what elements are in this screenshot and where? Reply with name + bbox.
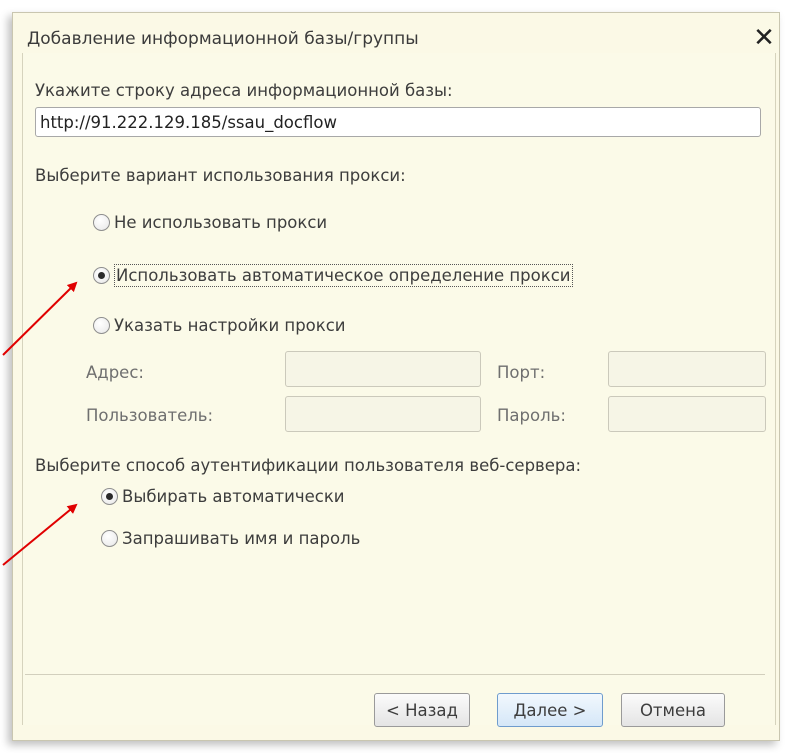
next-button[interactable]: Далее > — [497, 693, 603, 727]
radio-manual-proxy-label: Указать настройки прокси — [114, 316, 346, 335]
title-bar[interactable]: Добавление информационной базы/группы ✕ — [13, 13, 779, 53]
radio-no-proxy[interactable]: Не использовать прокси — [93, 213, 327, 232]
radio-button-icon[interactable] — [93, 317, 110, 334]
radio-auth-auto-label: Выбирать автоматически — [122, 487, 345, 506]
proxy-port-label: Порт: — [497, 363, 546, 382]
radio-auth-ask-label: Запрашивать имя и пароль — [122, 529, 361, 548]
proxy-user-label: Пользователь: — [86, 406, 214, 425]
proxy-password-field[interactable] — [608, 396, 766, 432]
dialog-title: Добавление информационной базы/группы — [27, 29, 419, 49]
dialog-body: Укажите строку адреса информационной баз… — [22, 53, 776, 725]
radio-button-checked-icon[interactable] — [101, 488, 118, 505]
auth-section-label: Выберите способ аутентификации пользоват… — [35, 456, 582, 475]
proxy-section-label: Выберите вариант использования прокси: — [35, 166, 406, 185]
radio-button-checked-icon[interactable] — [93, 267, 110, 284]
radio-auto-proxy[interactable]: Использовать автоматическое определение … — [93, 264, 573, 287]
footer-separator — [25, 674, 765, 675]
radio-auth-ask[interactable]: Запрашивать имя и пароль — [101, 529, 360, 548]
radio-no-proxy-label: Не использовать прокси — [114, 213, 328, 232]
add-infobase-dialog: Добавление информационной базы/группы ✕ … — [12, 12, 780, 741]
proxy-port-field[interactable] — [608, 351, 766, 387]
radio-button-icon[interactable] — [101, 530, 118, 547]
back-button[interactable]: < Назад — [374, 693, 470, 727]
radio-auto-proxy-label: Использовать автоматическое определение … — [114, 264, 573, 287]
close-icon[interactable]: ✕ — [749, 23, 779, 53]
radio-auth-auto[interactable]: Выбирать автоматически — [101, 487, 345, 506]
proxy-address-label: Адрес: — [86, 363, 144, 382]
cancel-button[interactable]: Отмена — [621, 693, 725, 727]
radio-manual-proxy[interactable]: Указать настройки прокси — [93, 316, 346, 335]
proxy-address-field[interactable] — [285, 351, 481, 387]
infobase-address-input[interactable] — [35, 107, 761, 137]
address-label: Укажите строку адреса информационной баз… — [35, 81, 453, 100]
proxy-password-label: Пароль: — [497, 406, 566, 425]
proxy-user-field[interactable] — [285, 396, 481, 432]
radio-button-icon[interactable] — [93, 214, 110, 231]
